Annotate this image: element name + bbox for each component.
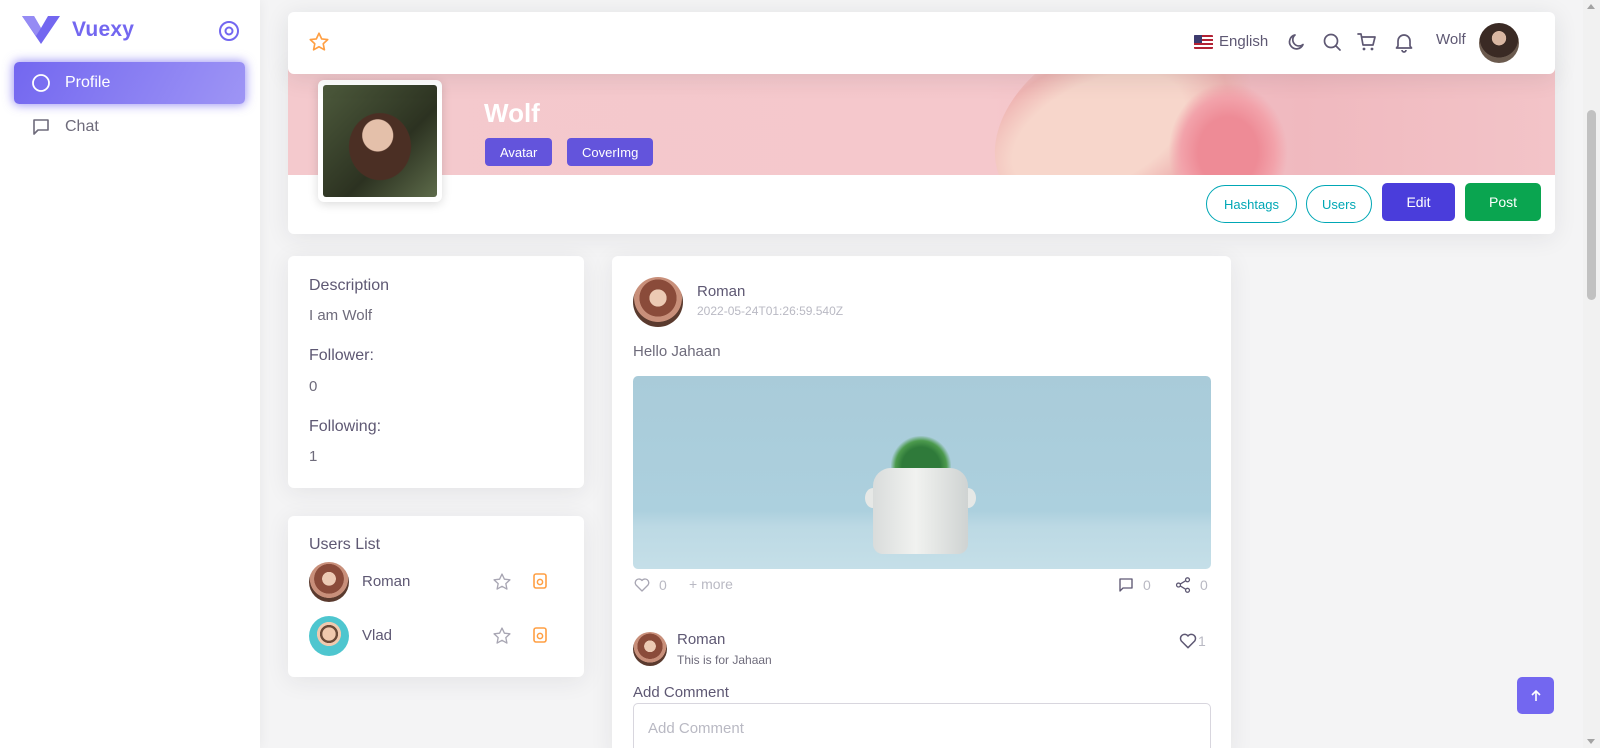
post-timestamp: 2022-05-24T01:26:59.540Z bbox=[697, 304, 844, 318]
like-count: 0 bbox=[659, 577, 667, 593]
more-label: + more bbox=[689, 576, 733, 592]
top-navbar: English Wolf bbox=[288, 12, 1555, 74]
page-scrollbar[interactable] bbox=[1583, 0, 1600, 748]
post-image bbox=[633, 376, 1211, 569]
user-name: Vlad bbox=[362, 627, 393, 644]
brand-name: Vuexy bbox=[72, 18, 135, 41]
sidebar-toggle-icon[interactable] bbox=[218, 20, 240, 42]
avatar[interactable] bbox=[633, 277, 683, 327]
comments-count: 0 bbox=[1143, 577, 1151, 593]
chat-icon[interactable] bbox=[531, 572, 549, 590]
description-label: Description bbox=[309, 277, 390, 294]
scroll-down-arrow[interactable] bbox=[1587, 739, 1595, 744]
avatar[interactable] bbox=[633, 632, 667, 666]
vuexy-logo-icon bbox=[22, 16, 60, 44]
follower-label: Follower: bbox=[309, 347, 374, 364]
list-item[interactable]: Vlad bbox=[309, 616, 559, 656]
post-text: Hello Jahaan bbox=[633, 343, 721, 360]
scrollbar-thumb[interactable] bbox=[1587, 110, 1596, 300]
follower-count: 0 bbox=[309, 378, 318, 395]
user-name[interactable]: Wolf bbox=[1436, 31, 1466, 48]
share-button[interactable]: 0 bbox=[1174, 576, 1208, 594]
us-flag-icon bbox=[1194, 34, 1213, 49]
search-icon[interactable] bbox=[1321, 31, 1343, 53]
like-button[interactable]: 0 bbox=[633, 576, 667, 594]
more-link[interactable]: + more bbox=[689, 576, 733, 592]
hashtags-button[interactable]: Hashtags bbox=[1206, 185, 1297, 223]
comment-author[interactable]: Roman bbox=[677, 631, 725, 648]
following-count: 1 bbox=[309, 448, 318, 465]
sidebar: Vuexy Profile Chat bbox=[0, 0, 260, 748]
language-label: English bbox=[1219, 33, 1269, 50]
profile-header: Wolf Avatar CoverImg Hashtags Users Edit… bbox=[288, 62, 1555, 234]
profile-name: Wolf bbox=[484, 98, 540, 128]
comments-button[interactable]: 0 bbox=[1117, 576, 1151, 594]
cart-icon[interactable] bbox=[1356, 31, 1378, 53]
profile-info-card: Description I am Wolf Follower: 0 Follow… bbox=[288, 256, 584, 488]
post-author[interactable]: Roman bbox=[697, 283, 745, 300]
share-icon bbox=[1175, 577, 1191, 593]
user-avatar[interactable] bbox=[1479, 23, 1519, 63]
sidebar-item-label: Chat bbox=[65, 118, 99, 135]
arrow-up-icon bbox=[1530, 689, 1541, 701]
following-label: Following: bbox=[309, 418, 382, 435]
message-square-icon bbox=[1119, 578, 1133, 592]
sidebar-item-label: Profile bbox=[65, 74, 111, 91]
sidebar-item-chat[interactable]: Chat bbox=[14, 106, 245, 148]
add-comment-input[interactable] bbox=[633, 703, 1211, 748]
post-button[interactable]: Post bbox=[1465, 183, 1541, 221]
circle-icon bbox=[31, 73, 51, 93]
user-name: Roman bbox=[362, 573, 411, 590]
edit-button[interactable]: Edit bbox=[1382, 183, 1455, 221]
post-actions: 0 + more 0 0 bbox=[633, 576, 1211, 600]
avatar-button[interactable]: Avatar bbox=[485, 138, 553, 166]
star-icon[interactable] bbox=[308, 31, 330, 53]
star-icon[interactable] bbox=[492, 626, 512, 646]
add-comment-label: Add Comment bbox=[633, 684, 729, 701]
avatar bbox=[309, 562, 349, 602]
message-square-icon bbox=[31, 117, 51, 137]
post-card: Roman 2022-05-24T01:26:59.540Z Hello Jah… bbox=[612, 256, 1231, 748]
users-list-title: Users List bbox=[309, 536, 381, 553]
pot-decoration bbox=[873, 468, 968, 554]
profile-avatar bbox=[318, 80, 442, 202]
scroll-up-arrow[interactable] bbox=[1587, 4, 1595, 9]
moon-icon[interactable] bbox=[1286, 31, 1308, 53]
star-icon[interactable] bbox=[492, 572, 512, 592]
share-count: 0 bbox=[1200, 577, 1208, 593]
users-list-card: Users List Roman Vlad bbox=[288, 516, 584, 677]
bell-icon[interactable] bbox=[1393, 31, 1415, 53]
description-text: I am Wolf bbox=[309, 307, 373, 324]
cover-image-button[interactable]: CoverImg bbox=[567, 138, 654, 166]
comment-like-button[interactable]: 1 bbox=[1178, 631, 1206, 651]
brand[interactable]: Vuexy bbox=[22, 16, 134, 44]
chat-icon[interactable] bbox=[531, 626, 549, 644]
list-item[interactable]: Roman bbox=[309, 562, 559, 602]
heart-icon bbox=[1179, 633, 1197, 649]
avatar bbox=[309, 616, 349, 656]
comment-like-count: 1 bbox=[1198, 633, 1206, 649]
sidebar-item-profile[interactable]: Profile bbox=[14, 62, 245, 104]
cover-image bbox=[288, 62, 1555, 175]
users-button[interactable]: Users bbox=[1306, 185, 1372, 223]
language-dropdown[interactable]: English bbox=[1194, 33, 1268, 50]
comment-text: This is for Jahaan bbox=[677, 653, 772, 667]
scroll-to-top-button[interactable] bbox=[1517, 677, 1554, 714]
heart-icon bbox=[634, 578, 650, 592]
